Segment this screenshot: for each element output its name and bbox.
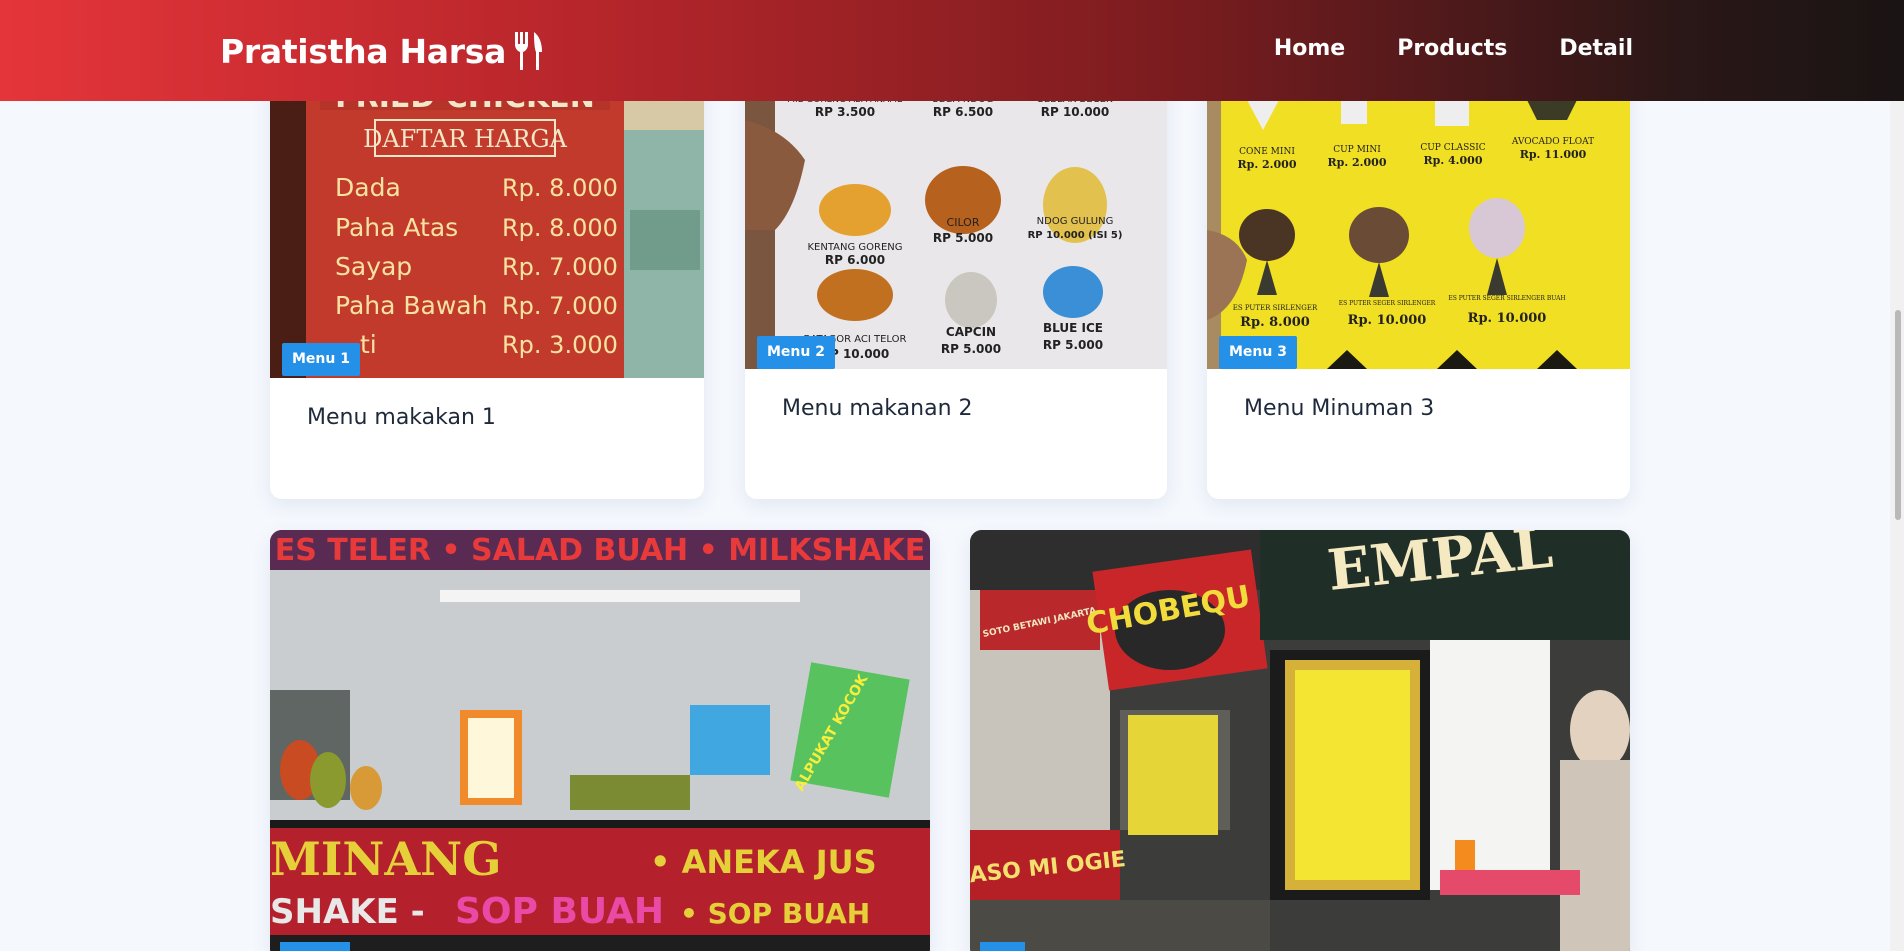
product-image-drinks-menu[interactable]: CONE MINI Rp. 2.000 CUP MINI Rp. 2.000 C… bbox=[1207, 60, 1630, 369]
image-row-3-price: Rp. 7.000 bbox=[502, 253, 618, 281]
image-text-daftar-harga: DAFTAR HARGA bbox=[363, 125, 567, 153]
product-card-menu-3[interactable]: CONE MINI Rp. 2.000 CUP MINI Rp. 2.000 C… bbox=[1207, 60, 1630, 499]
products-grid: FRIED CHICKEN DAFTAR HARGA Dada Rp. 8.00… bbox=[0, 0, 1904, 951]
brand-link[interactable]: Pratistha Harsa bbox=[220, 28, 546, 74]
image-price-1: Rp. 2.000 bbox=[1238, 158, 1297, 171]
image-price-3: Rp. 4.000 bbox=[1424, 154, 1483, 167]
image-price-7: Rp. 10.000 bbox=[1468, 311, 1547, 326]
image-row-1-item: Dada bbox=[335, 173, 401, 202]
image-item-6: ES PUTER SEGER SIRLENGER bbox=[1339, 300, 1436, 307]
menu-badge: Menu 1 bbox=[282, 343, 360, 376]
menu-badge: Menu 3 bbox=[1219, 336, 1297, 369]
image-price-2: Rp. 2.000 bbox=[1328, 156, 1387, 169]
image-item-6: NDOG GULUNG bbox=[1037, 216, 1114, 227]
nav-link-detail[interactable]: Detail bbox=[1559, 36, 1633, 61]
image-row-4-item: Paha Bawah bbox=[335, 291, 487, 320]
product-card-menu-1[interactable]: FRIED CHICKEN DAFTAR HARGA Dada Rp. 8.00… bbox=[270, 60, 704, 499]
nav-link-home[interactable]: Home bbox=[1274, 36, 1345, 61]
scrollbar-thumb[interactable] bbox=[1895, 310, 1901, 520]
card-title[interactable]: Menu makakan 1 bbox=[307, 405, 496, 430]
image-item-5: ES PUTER SIRLENGER bbox=[1233, 304, 1318, 312]
product-card-4[interactable]: ES TELER • SALAD BUAH • MILKSHAKE ALPUKA… bbox=[270, 530, 930, 951]
image-price-6: Rp. 10.000 bbox=[1348, 313, 1427, 328]
image-price-5: RP 5.000 bbox=[933, 231, 993, 245]
image-item-4: KENTANG GORENG bbox=[807, 242, 902, 253]
image-text-line2-mid: SOP BUAH bbox=[455, 891, 664, 932]
product-card-5[interactable]: SOTO BETAWI JAKARTA CHOBEQU EMPAL BASO M… bbox=[970, 530, 1630, 951]
image-item-5: CILOR bbox=[947, 216, 980, 229]
image-item-4: AVOCADO FLOAT bbox=[1511, 137, 1594, 147]
product-image-food-stalls[interactable]: SOTO BETAWI JAKARTA CHOBEQU EMPAL BASO M… bbox=[970, 530, 1630, 951]
page-scrollbar[interactable] bbox=[1890, 0, 1904, 951]
image-row-2-item: Paha Atas bbox=[335, 213, 458, 242]
product-image-snack-menu[interactable]: MIE GORENG ABA ANAME RP 3.500 SEGA NDOG … bbox=[745, 60, 1167, 369]
fork-knife-icon bbox=[510, 30, 546, 72]
image-item-3: CUP CLASSIC bbox=[1420, 143, 1485, 153]
image-price-6: RP 10.000 (ISI 5) bbox=[1028, 230, 1123, 241]
image-item-7: ES PUTER SEGER SIRLENGER BUAH bbox=[1448, 295, 1565, 302]
image-text-line2-left: SHAKE - bbox=[270, 892, 425, 932]
image-price-9: RP 5.000 bbox=[1043, 338, 1103, 352]
image-item-9: BLUE ICE bbox=[1043, 321, 1103, 335]
image-price-2: RP 6.500 bbox=[933, 105, 993, 119]
image-text-banner: ES TELER • SALAD BUAH • MILKSHAKE bbox=[275, 533, 926, 568]
image-price-1: RP 3.500 bbox=[815, 105, 875, 119]
image-row-5-price: Rp. 3.000 bbox=[502, 331, 618, 359]
image-row-4-price: Rp. 7.000 bbox=[502, 292, 618, 320]
top-navbar: Pratistha Harsa Home Products Detail bbox=[0, 0, 1904, 101]
menu-badge: Menu 2 bbox=[757, 336, 835, 369]
image-text-line2-right: • SOP BUAH bbox=[680, 897, 870, 930]
image-price-3: RP 10.000 bbox=[1041, 105, 1110, 119]
image-item-1: CONE MINI bbox=[1239, 147, 1295, 157]
image-item-2: CUP MINI bbox=[1333, 145, 1381, 155]
card-title[interactable]: Menu makanan 2 bbox=[782, 396, 973, 421]
image-row-3-item: Sayap bbox=[335, 252, 412, 281]
brand-name: Pratistha Harsa bbox=[220, 31, 507, 71]
image-price-4: RP 6.000 bbox=[825, 253, 885, 267]
image-item-8: CAPCIN bbox=[946, 325, 996, 339]
image-price-4: Rp. 11.000 bbox=[1520, 148, 1587, 161]
nav-link-products[interactable]: Products bbox=[1397, 36, 1507, 61]
image-price-8: RP 5.000 bbox=[941, 342, 1001, 356]
image-text-line1-right: • ANEKA JUS bbox=[650, 843, 877, 881]
nav-links: Home Products Detail bbox=[1222, 36, 1633, 61]
image-row-5-item: ti bbox=[360, 330, 377, 359]
image-row-1-price: Rp. 8.000 bbox=[502, 174, 618, 202]
image-price-5: Rp. 8.000 bbox=[1240, 315, 1310, 330]
card-title[interactable]: Menu Minuman 3 bbox=[1244, 396, 1434, 421]
image-text-line1-left: MINANG bbox=[270, 832, 502, 886]
image-row-2-price: Rp. 8.000 bbox=[502, 214, 618, 242]
product-card-menu-2[interactable]: MIE GORENG ABA ANAME RP 3.500 SEGA NDOG … bbox=[745, 60, 1167, 499]
product-image-juice-stall[interactable]: ES TELER • SALAD BUAH • MILKSHAKE ALPUKA… bbox=[270, 530, 930, 951]
product-image-fried-chicken-menu[interactable]: FRIED CHICKEN DAFTAR HARGA Dada Rp. 8.00… bbox=[270, 60, 704, 378]
